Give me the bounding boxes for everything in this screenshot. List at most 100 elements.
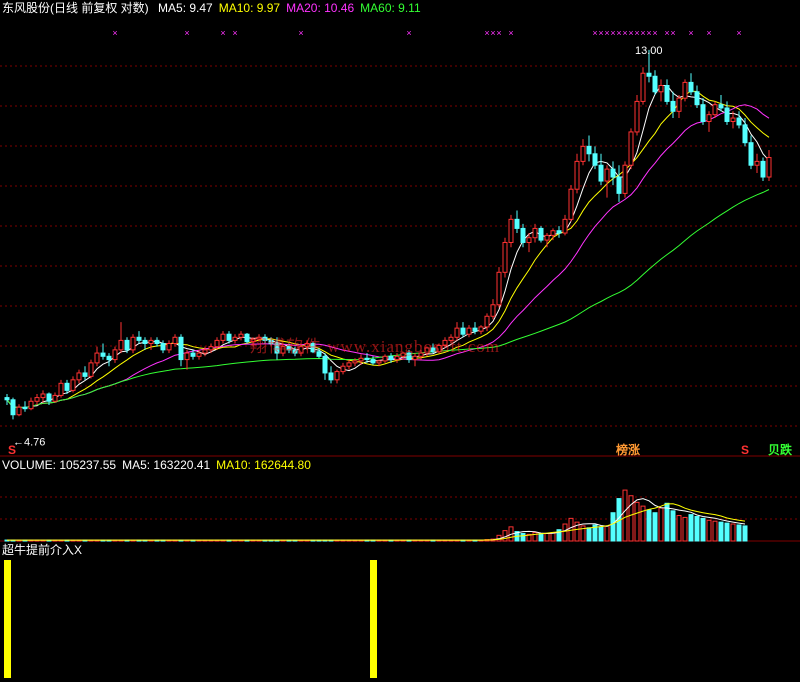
candle-body: [130, 336, 136, 351]
volume-bar: [646, 509, 652, 542]
candle-body: [160, 343, 166, 351]
candle: [508, 214, 514, 248]
candle-body: [676, 97, 682, 112]
candle: [628, 128, 634, 170]
candle: [172, 334, 178, 347]
candle-body: [16, 406, 22, 416]
candle-body: [202, 349, 208, 354]
candle: [622, 161, 628, 198]
volume-bar: [628, 495, 634, 542]
candle: [748, 135, 754, 170]
volume-bar: [688, 514, 694, 542]
candle-body: [508, 218, 514, 243]
candle-body: [592, 153, 598, 166]
volume-chart: [0, 489, 800, 542]
candle: [544, 233, 550, 248]
cross-marker: ×: [232, 28, 237, 38]
candle-body: [70, 379, 76, 391]
candle: [28, 397, 34, 411]
candle-body: [628, 131, 634, 166]
candle-body: [124, 339, 130, 351]
candle: [184, 349, 190, 370]
candle-body: [358, 357, 364, 362]
volume-bar: [604, 525, 610, 542]
candle: [106, 353, 112, 367]
candle-body: [4, 397, 10, 401]
volume-bar: [694, 515, 700, 542]
candle-body: [694, 91, 700, 106]
price-chart: × × × × × × × × × × × × × × × × × × × × × × × × × ×13.00←4.76榜涨S S…: [0, 28, 800, 457]
candle: [634, 94, 640, 136]
candle-body: [346, 362, 352, 367]
cross-marker: ×: [670, 28, 675, 38]
candle-body: [664, 84, 670, 102]
candle-body: [640, 72, 646, 102]
candle-body: [622, 164, 628, 194]
candle-body: [562, 218, 568, 234]
candle-body: [334, 371, 340, 381]
candle-body: [106, 355, 112, 361]
candle-body: [82, 372, 88, 377]
candle-body: [232, 336, 238, 341]
candle: [70, 376, 76, 393]
volume-bar: [610, 512, 616, 542]
candle-body: [34, 397, 40, 402]
candle-body: [580, 145, 586, 162]
candle-body: [340, 365, 346, 373]
candle-body: [112, 349, 118, 361]
candle: [604, 165, 610, 198]
candle: [766, 150, 772, 182]
candle-body: [598, 164, 604, 182]
high-annotation: 13.00: [635, 45, 663, 57]
candle-body: [496, 271, 502, 306]
candle-body: [10, 399, 16, 416]
candle: [22, 401, 28, 412]
candle-body: [76, 372, 82, 381]
signal-bar: [370, 560, 377, 678]
cross-marker: ×: [640, 28, 645, 38]
candle-body: [646, 72, 652, 77]
candle: [598, 153, 604, 186]
candle: [688, 73, 694, 95]
volume-bar: [724, 522, 730, 542]
candle-body: [154, 339, 160, 345]
candle-body: [658, 84, 664, 93]
candle-body: [22, 406, 28, 410]
cross-marker: ×: [184, 28, 189, 38]
candle-body: [682, 81, 688, 99]
volume-bar: [700, 517, 706, 542]
candle: [4, 393, 10, 405]
cross-marker: ×: [604, 28, 609, 38]
candle-body: [610, 168, 616, 178]
candle: [658, 79, 664, 102]
candle: [40, 390, 46, 403]
volume-bar: [562, 523, 568, 542]
candle: [676, 94, 682, 119]
candle: [340, 362, 346, 375]
candle-body: [58, 382, 64, 396]
candle: [640, 67, 646, 105]
candle: [754, 153, 760, 174]
candle-body: [604, 168, 610, 182]
candle-body: [742, 124, 748, 144]
candle-body: [520, 227, 526, 243]
cross-marker: ×: [592, 28, 597, 38]
watermark: 翔博软件 www.xiangbosoft.com: [250, 337, 501, 356]
candle-body: [706, 114, 712, 122]
volume-bar: [670, 510, 676, 542]
low-annotation: ←4.76: [13, 436, 45, 448]
candle: [82, 366, 88, 380]
candle-body: [514, 218, 520, 229]
candle-body: [40, 393, 46, 399]
cross-marker: ×: [634, 28, 639, 38]
candle: [700, 98, 706, 125]
candle: [334, 369, 340, 384]
candle: [130, 334, 136, 354]
cross-marker: ×: [622, 28, 627, 38]
candle-body: [478, 326, 484, 332]
cross-marker: ×: [496, 28, 501, 38]
candle-body: [490, 304, 496, 317]
candle: [220, 331, 226, 344]
volume-bar: [658, 507, 664, 542]
volume-bar: [718, 521, 724, 542]
